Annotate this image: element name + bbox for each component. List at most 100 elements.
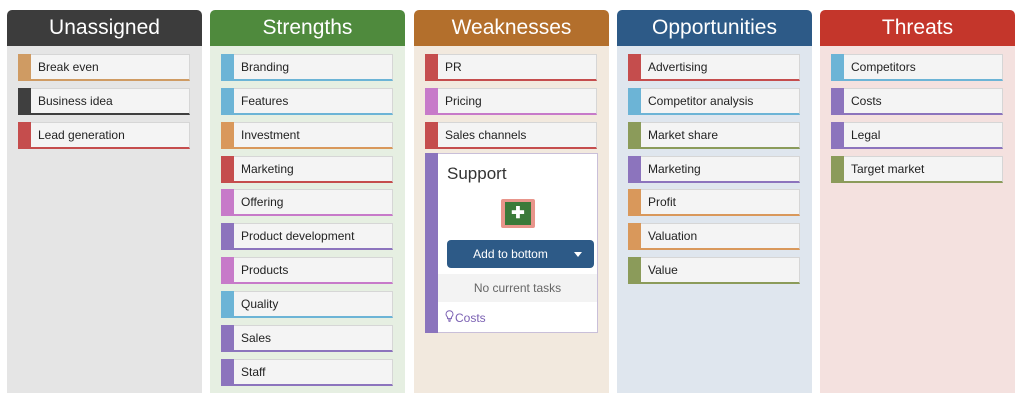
- card-label: Features: [241, 94, 289, 108]
- card-color-stripe: [18, 54, 31, 81]
- column-unassigned: Unassigned Break even Business idea Lead…: [7, 10, 202, 393]
- card-label: Branding: [241, 60, 290, 74]
- swot-board: Unassigned Break even Business idea Lead…: [0, 0, 1024, 393]
- plus-icon: ✚: [505, 202, 531, 225]
- card-color-stripe: [221, 291, 234, 318]
- card-business-idea[interactable]: Business idea: [18, 88, 190, 115]
- column-title: Strengths: [210, 10, 405, 46]
- column-title: Weaknesses: [414, 10, 609, 46]
- card-color-stripe: [425, 54, 438, 81]
- column-opportunities: Opportunities Advertising Competitor ana…: [617, 10, 812, 393]
- card-quality[interactable]: Quality: [221, 291, 393, 318]
- card-label: Pricing: [445, 94, 482, 108]
- card-competitors[interactable]: Competitors: [831, 54, 1003, 81]
- card-label: Value: [648, 263, 678, 277]
- card-label: Lead generation: [38, 128, 125, 142]
- column-title: Opportunities: [617, 10, 812, 46]
- card-value[interactable]: Value: [628, 257, 800, 284]
- card-label: Investment: [241, 128, 300, 142]
- card-color-stripe: [831, 156, 844, 183]
- card-offering[interactable]: Offering: [221, 189, 393, 216]
- add-to-bottom-button[interactable]: Add to bottom: [447, 240, 594, 268]
- card-color-stripe: [425, 88, 438, 115]
- card-color-stripe: [628, 156, 641, 183]
- column-body: PR Pricing Sales channels Support ✚ Add …: [414, 46, 609, 393]
- column-title: Threats: [820, 10, 1015, 46]
- card-color-stripe: [18, 88, 31, 115]
- card-label: Sales: [241, 331, 272, 345]
- card-staff[interactable]: Staff: [221, 359, 393, 386]
- card-color-stripe: [18, 122, 31, 149]
- card-advertising[interactable]: Advertising: [628, 54, 800, 81]
- column-strengths: Strengths Branding Features Investment M…: [210, 10, 405, 393]
- card-label: Competitor analysis: [648, 94, 754, 108]
- card-color-stripe: [425, 153, 438, 333]
- card-pr[interactable]: PR: [425, 54, 597, 81]
- card-color-stripe: [425, 122, 438, 149]
- tag-label: Costs: [455, 311, 486, 325]
- card-sales-channels[interactable]: Sales channels: [425, 122, 597, 149]
- card-label: Product development: [241, 229, 355, 243]
- card-products[interactable]: Products: [221, 257, 393, 284]
- card-color-stripe: [831, 122, 844, 149]
- card-competitor-analysis[interactable]: Competitor analysis: [628, 88, 800, 115]
- card-investment[interactable]: Investment: [221, 122, 393, 149]
- card-color-stripe: [628, 122, 641, 149]
- column-weaknesses: Weaknesses PR Pricing Sales channels Sup…: [414, 10, 609, 393]
- card-break-even[interactable]: Break even: [18, 54, 190, 81]
- card-color-stripe: [221, 54, 234, 81]
- tag-costs[interactable]: Costs: [445, 310, 486, 325]
- card-color-stripe: [221, 223, 234, 250]
- card-label: Offering: [241, 195, 284, 209]
- card-label: Marketing: [241, 162, 294, 176]
- lightbulb-icon: [445, 310, 454, 325]
- card-color-stripe: [628, 189, 641, 216]
- card-color-stripe: [628, 88, 641, 115]
- card-label: Marketing: [648, 162, 701, 176]
- card-label: Sales channels: [445, 128, 527, 142]
- card-marketing[interactable]: Marketing: [628, 156, 800, 183]
- card-label: Staff: [241, 365, 266, 379]
- card-color-stripe: [221, 257, 234, 284]
- card-color-stripe: [221, 189, 234, 216]
- card-pricing[interactable]: Pricing: [425, 88, 597, 115]
- column-title: Unassigned: [7, 10, 202, 46]
- empty-tasks-message: No current tasks: [438, 274, 597, 302]
- card-color-stripe: [628, 54, 641, 81]
- card-label: Costs: [851, 94, 882, 108]
- card-features[interactable]: Features: [221, 88, 393, 115]
- card-marketing[interactable]: Marketing: [221, 156, 393, 183]
- card-legal[interactable]: Legal: [831, 122, 1003, 149]
- card-target-market[interactable]: Target market: [831, 156, 1003, 183]
- card-market-share[interactable]: Market share: [628, 122, 800, 149]
- card-profit[interactable]: Profit: [628, 189, 800, 216]
- card-label: PR: [445, 60, 462, 74]
- column-body: Break even Business idea Lead generation: [7, 46, 202, 393]
- expanded-card-title: Support: [447, 164, 507, 183]
- card-color-stripe: [628, 257, 641, 284]
- add-task-button[interactable]: ✚: [501, 199, 535, 228]
- column-body: Competitors Costs Legal Target market: [820, 46, 1015, 393]
- card-color-stripe: [221, 88, 234, 115]
- card-lead-generation[interactable]: Lead generation: [18, 122, 190, 149]
- card-valuation[interactable]: Valuation: [628, 223, 800, 250]
- card-product-development[interactable]: Product development: [221, 223, 393, 250]
- card-color-stripe: [221, 325, 234, 352]
- card-label: Advertising: [648, 60, 708, 74]
- caret-down-icon[interactable]: [574, 252, 582, 257]
- card-label: Break even: [38, 60, 99, 74]
- add-to-bottom-label: Add to bottom: [473, 247, 548, 261]
- card-color-stripe: [831, 88, 844, 115]
- card-label: Competitors: [851, 60, 916, 74]
- card-color-stripe: [221, 156, 234, 183]
- card-label: Market share: [648, 128, 719, 142]
- expanded-card-support[interactable]: Support ✚ Add to bottom No current tasks…: [425, 153, 598, 333]
- card-costs[interactable]: Costs: [831, 88, 1003, 115]
- column-threats: Threats Competitors Costs Legal Target m…: [820, 10, 1015, 393]
- card-sales[interactable]: Sales: [221, 325, 393, 352]
- card-branding[interactable]: Branding: [221, 54, 393, 81]
- column-body: Branding Features Investment Marketing O…: [210, 46, 405, 393]
- column-body: Advertising Competitor analysis Market s…: [617, 46, 812, 393]
- card-color-stripe: [831, 54, 844, 81]
- card-label: Business idea: [38, 94, 113, 108]
